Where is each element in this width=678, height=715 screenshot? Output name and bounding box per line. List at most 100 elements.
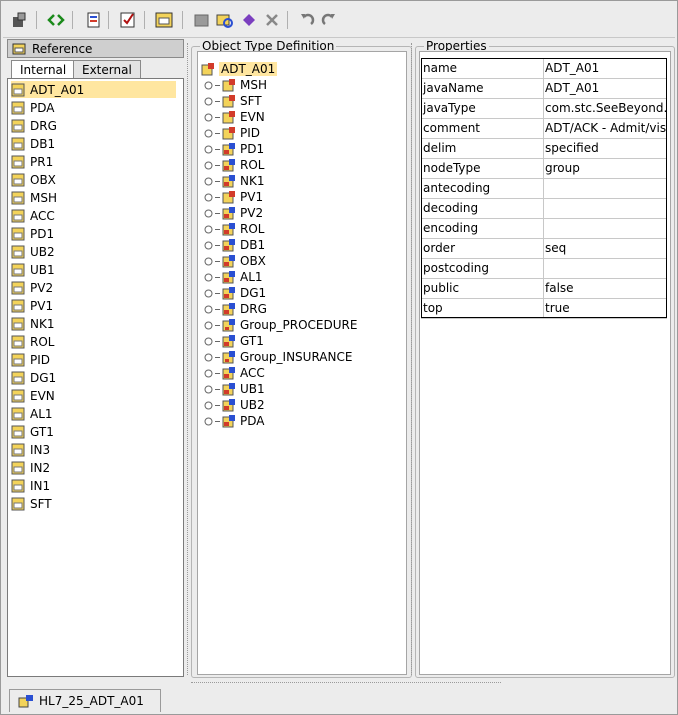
tree-node[interactable]: UB2 (204, 397, 265, 413)
tree-node[interactable]: DRG (204, 301, 267, 317)
property-value[interactable] (545, 178, 667, 198)
reference-list-item[interactable]: ACC (11, 207, 55, 224)
reference-list-item[interactable]: PD1 (11, 225, 54, 242)
reference-list-item[interactable]: NK1 (11, 315, 54, 332)
property-row[interactable]: javaName ADT_A01 (421, 78, 667, 99)
redo-button[interactable] (318, 9, 340, 31)
expand-toggle-icon[interactable] (204, 385, 213, 394)
expand-toggle-icon[interactable] (204, 113, 213, 122)
tree-node[interactable]: GT1 (204, 333, 264, 349)
reference-list-item[interactable]: UB2 (11, 243, 55, 260)
tree-node[interactable]: DG1 (204, 285, 266, 301)
property-value[interactable]: com.stc.SeeBeyond... (545, 98, 667, 118)
expand-toggle-icon[interactable] (204, 193, 213, 202)
expand-toggle-icon[interactable] (204, 401, 213, 410)
property-row[interactable]: antecoding (421, 178, 667, 199)
expand-toggle-icon[interactable] (204, 241, 213, 250)
tree-node[interactable]: MSH (204, 77, 267, 93)
tree-node[interactable]: ACC (204, 365, 265, 381)
expand-toggle-icon[interactable] (204, 337, 213, 346)
reference-list-item[interactable]: OBX (11, 171, 56, 188)
tree-node[interactable]: SFT (204, 93, 262, 109)
tree-node[interactable]: EVN (204, 109, 265, 125)
find-button[interactable] (214, 9, 236, 31)
tree-node[interactable]: Group_PROCEDURE (204, 317, 357, 333)
reference-list-item[interactable]: MSH (11, 189, 57, 206)
splitter-bottom[interactable] (191, 682, 501, 685)
reference-list-item[interactable]: PV1 (11, 297, 53, 314)
tree-root-node[interactable]: ADT_A01 (201, 61, 278, 77)
new-node-button[interactable] (191, 9, 213, 31)
tree-node[interactable]: NK1 (204, 173, 264, 189)
property-row[interactable]: comment ADT/ACK - Admit/vis... (421, 118, 667, 139)
reference-list-item[interactable]: PV2 (11, 279, 53, 296)
property-row[interactable]: decoding (421, 198, 667, 219)
expand-toggle-icon[interactable] (204, 225, 213, 234)
code-arrows-button[interactable] (45, 9, 67, 31)
document-tab[interactable]: HL7_25_ADT_A01 (9, 689, 161, 712)
reference-list-item[interactable]: PID (11, 351, 50, 368)
reference-list-item[interactable]: AL1 (11, 405, 53, 422)
property-value[interactable] (545, 218, 667, 238)
reference-list-item[interactable]: IN1 (11, 477, 50, 494)
tree-node[interactable]: ROL (204, 157, 264, 173)
expand-toggle-icon[interactable] (204, 417, 213, 426)
reference-list-item[interactable]: PR1 (11, 153, 53, 170)
property-row[interactable]: nodeType group (421, 158, 667, 179)
expand-toggle-icon[interactable] (204, 145, 213, 154)
expand-toggle-icon[interactable] (204, 81, 213, 90)
property-row[interactable]: postcoding (421, 258, 667, 279)
reference-list-item[interactable]: DG1 (11, 369, 56, 386)
expand-toggle-icon[interactable] (204, 257, 213, 266)
reference-list-item[interactable]: GT1 (11, 423, 54, 440)
property-value[interactable]: seq (545, 238, 667, 258)
reference-list-item[interactable]: UB1 (11, 261, 55, 278)
tree-node[interactable]: PV2 (204, 205, 263, 221)
property-row[interactable]: delim specified (421, 138, 667, 159)
reference-list-item[interactable]: SFT (11, 495, 52, 512)
property-value[interactable]: ADT_A01 (545, 58, 667, 78)
property-value[interactable]: ADT_A01 (545, 78, 667, 98)
property-value[interactable]: specified (545, 138, 667, 158)
property-row[interactable]: name ADT_A01 (421, 58, 667, 79)
property-row[interactable]: javaType com.stc.SeeBeyond... (421, 98, 667, 119)
tab-internal[interactable]: Internal (11, 60, 76, 80)
tree-node[interactable]: OBX (204, 253, 266, 269)
expand-toggle-icon[interactable] (204, 369, 213, 378)
expand-toggle-icon[interactable] (204, 289, 213, 298)
reference-list-item[interactable]: EVN (11, 387, 55, 404)
tree-node[interactable]: PV1 (204, 189, 263, 205)
tree-node[interactable]: PDA (204, 413, 264, 429)
delete-button[interactable] (261, 9, 283, 31)
property-row[interactable]: order seq (421, 238, 667, 259)
tree-node[interactable]: ROL (204, 221, 264, 237)
property-row[interactable]: encoding (421, 218, 667, 239)
tab-external[interactable]: External (73, 60, 141, 79)
property-row[interactable]: public false (421, 278, 667, 299)
tree-node[interactable]: Group_INSURANCE (204, 349, 352, 365)
expand-toggle-icon[interactable] (204, 97, 213, 106)
reference-list-item[interactable]: ROL (11, 333, 54, 350)
properties-button[interactable] (9, 9, 31, 31)
property-value[interactable] (545, 198, 667, 218)
expand-toggle-icon[interactable] (204, 129, 213, 138)
expand-toggle-icon[interactable] (204, 273, 213, 282)
reference-button[interactable] (153, 9, 175, 31)
property-value[interactable] (545, 258, 667, 278)
tree-node[interactable]: PID (204, 125, 260, 141)
reference-list-item[interactable]: DRG (11, 117, 57, 134)
property-row[interactable]: top true (421, 298, 667, 319)
tree-node[interactable]: UB1 (204, 381, 265, 397)
reference-list-item[interactable]: ADT_A01 (11, 81, 176, 98)
property-value[interactable]: false (545, 278, 667, 298)
reference-list-item[interactable]: IN3 (11, 441, 50, 458)
expand-toggle-icon[interactable] (204, 177, 213, 186)
undo-button[interactable] (296, 9, 318, 31)
diamond-button[interactable] (238, 9, 260, 31)
validate-button[interactable] (117, 9, 139, 31)
reference-list-item[interactable]: IN2 (11, 459, 50, 476)
tree-node[interactable]: AL1 (204, 269, 263, 285)
reference-list-item[interactable]: PDA (11, 99, 54, 116)
expand-toggle-icon[interactable] (204, 161, 213, 170)
property-value[interactable]: group (545, 158, 667, 178)
